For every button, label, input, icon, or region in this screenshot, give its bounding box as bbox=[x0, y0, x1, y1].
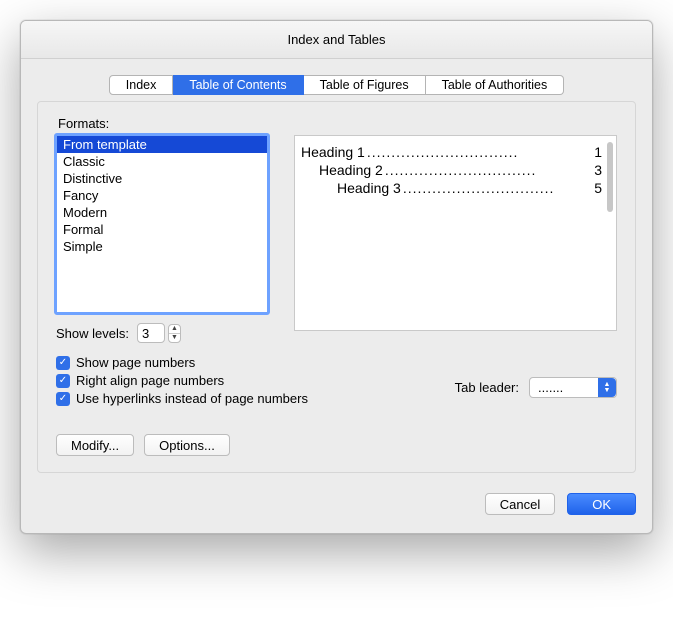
right-align-label: Right align page numbers bbox=[76, 373, 224, 388]
list-item[interactable]: Fancy bbox=[57, 187, 267, 204]
select-arrows-icon: ▲▼ bbox=[598, 378, 616, 397]
ok-button[interactable]: OK bbox=[567, 493, 636, 515]
show-levels-input[interactable] bbox=[137, 323, 165, 343]
modify-button[interactable]: Modify... bbox=[56, 434, 134, 456]
show-levels-label: Show levels: bbox=[56, 326, 129, 341]
list-item[interactable]: Simple bbox=[57, 238, 267, 255]
list-item[interactable]: Modern bbox=[57, 204, 267, 221]
use-hyperlinks-label: Use hyperlinks instead of page numbers bbox=[76, 391, 308, 406]
preview-line: Heading 1 ..............................… bbox=[301, 144, 612, 160]
list-item[interactable]: Formal bbox=[57, 221, 267, 238]
dialog-title: Index and Tables bbox=[21, 21, 652, 59]
stepper-up-icon[interactable]: ▲ bbox=[169, 325, 180, 334]
tab-leader-value: ....... bbox=[538, 380, 563, 395]
index-and-tables-dialog: Index and Tables Index Table of Contents… bbox=[20, 20, 653, 534]
toc-panel: Formats: From template Classic Distincti… bbox=[37, 101, 636, 473]
right-align-checkbox[interactable]: ✓ bbox=[56, 374, 70, 388]
preview-scrollbar[interactable] bbox=[607, 142, 613, 212]
tab-bar: Index Table of Contents Table of Figures… bbox=[37, 75, 636, 95]
show-page-numbers-checkbox[interactable]: ✓ bbox=[56, 356, 70, 370]
tab-table-of-contents[interactable]: Table of Contents bbox=[173, 75, 303, 95]
preview-line: Heading 3 ..............................… bbox=[301, 180, 612, 196]
formats-label: Formats: bbox=[58, 116, 617, 131]
list-item[interactable]: Distinctive bbox=[57, 170, 267, 187]
use-hyperlinks-checkbox[interactable]: ✓ bbox=[56, 392, 70, 406]
show-levels-stepper[interactable]: ▲ ▼ bbox=[137, 323, 181, 343]
options-button[interactable]: Options... bbox=[144, 434, 230, 456]
cancel-button[interactable]: Cancel bbox=[485, 493, 555, 515]
show-page-numbers-label: Show page numbers bbox=[76, 355, 195, 370]
list-item[interactable]: From template bbox=[57, 136, 267, 153]
stepper-down-icon[interactable]: ▼ bbox=[169, 334, 180, 342]
tab-leader-label: Tab leader: bbox=[455, 380, 519, 395]
preview-line: Heading 2 ..............................… bbox=[301, 162, 612, 178]
tab-leader-select[interactable]: ....... ▲▼ bbox=[529, 377, 617, 398]
toc-preview: Heading 1 ..............................… bbox=[294, 135, 617, 331]
formats-listbox[interactable]: From template Classic Distinctive Fancy … bbox=[56, 135, 268, 313]
list-item[interactable]: Classic bbox=[57, 153, 267, 170]
tab-index[interactable]: Index bbox=[109, 75, 174, 95]
tab-table-of-figures[interactable]: Table of Figures bbox=[304, 75, 426, 95]
tab-table-of-authorities[interactable]: Table of Authorities bbox=[426, 75, 565, 95]
